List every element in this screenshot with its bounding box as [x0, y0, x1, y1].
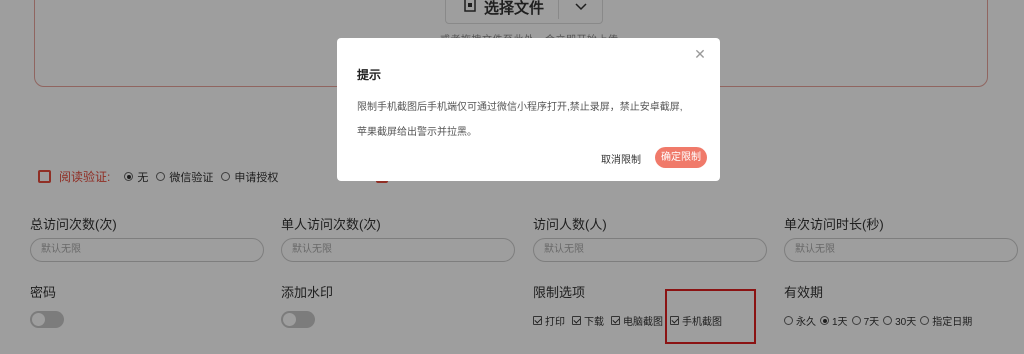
- close-icon[interactable]: ✕: [692, 46, 708, 62]
- confirm-dialog: 提示 ✕ 限制手机截图后手机端仅可通过微信小程序打开,禁止录屏，禁止安卓截屏, …: [337, 38, 720, 181]
- confirm-limit-button[interactable]: 确定限制: [655, 147, 707, 168]
- dialog-title: 提示: [357, 68, 382, 82]
- cancel-limit-button[interactable]: 取消限制: [595, 147, 647, 170]
- dialog-message-line-2: 苹果截屏给出警示并拉黑。: [357, 127, 477, 138]
- dialog-message-line-1: 限制手机截图后手机端仅可通过微信小程序打开,禁止录屏，禁止安卓截屏,: [357, 102, 683, 113]
- dialog-message: 限制手机截图后手机端仅可通过微信小程序打开,禁止录屏，禁止安卓截屏, 苹果截屏给…: [357, 95, 707, 145]
